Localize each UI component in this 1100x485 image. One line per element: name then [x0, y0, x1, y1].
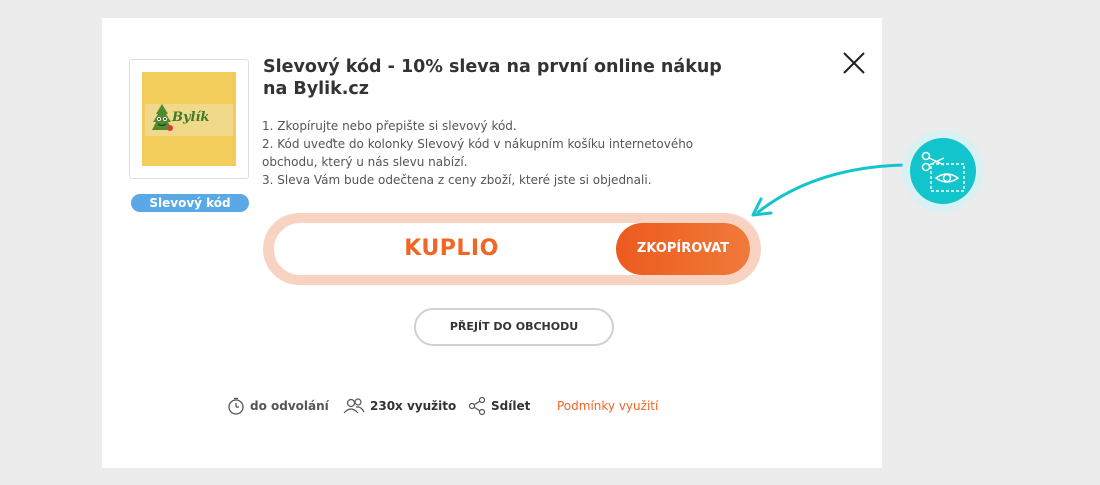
- tip-badge[interactable]: [902, 130, 984, 212]
- usage-count: 230x využito: [370, 399, 457, 413]
- close-icon: [843, 52, 865, 74]
- tip-badge-circle: [910, 138, 976, 204]
- coupon-type-badge: Slevový kód: [131, 194, 249, 212]
- instruction-step: 3. Sleva Vám bude odečtena z ceny zboží,…: [262, 173, 652, 187]
- scissors-eye-icon: [921, 151, 965, 192]
- logo-wordmark: Bylík: [172, 110, 210, 125]
- hint-arrow-icon: [751, 163, 906, 217]
- terms-link[interactable]: Podmínky využití: [557, 399, 658, 413]
- copy-code-button[interactable]: ZKOPÍROVAT: [616, 223, 750, 275]
- stopwatch-icon: [228, 397, 244, 415]
- share-icon: [468, 396, 486, 416]
- shop-logo[interactable]: Bylík: [129, 59, 249, 179]
- coupon-code-field[interactable]: KUPLIO ZKOPÍROVAT: [274, 223, 750, 275]
- validity-info: do odvolání: [226, 396, 329, 416]
- shop-logo-image: Bylík: [142, 72, 236, 166]
- validity-text: do odvolání: [250, 399, 329, 413]
- usage-info: 230x využito: [342, 396, 456, 416]
- coupon-code-box: KUPLIO ZKOPÍROVAT: [263, 213, 761, 285]
- mascot-icon: [152, 104, 173, 131]
- offer-title: Slevový kód - 10% sleva na první online …: [263, 57, 722, 99]
- terms-info: Podmínky využití: [557, 396, 658, 416]
- go-to-shop-button[interactable]: PŘEJÍT DO OBCHODU: [414, 308, 614, 346]
- users-icon: [343, 398, 365, 414]
- coupon-modal: Bylík Slevový kód Slevový kód - 10% slev…: [102, 18, 882, 468]
- close-button[interactable]: [840, 49, 868, 77]
- instructions-list: 1. Zkopírujte nebo přepište si slevový k…: [262, 117, 722, 189]
- instruction-step: 2. Kód uveďte do kolonky Slevový kód v n…: [262, 137, 694, 169]
- coupon-code[interactable]: KUPLIO: [274, 223, 629, 275]
- share-label: Sdílet: [491, 399, 531, 413]
- share-button[interactable]: Sdílet: [467, 396, 530, 416]
- instruction-step: 1. Zkopírujte nebo přepište si slevový k…: [262, 119, 517, 133]
